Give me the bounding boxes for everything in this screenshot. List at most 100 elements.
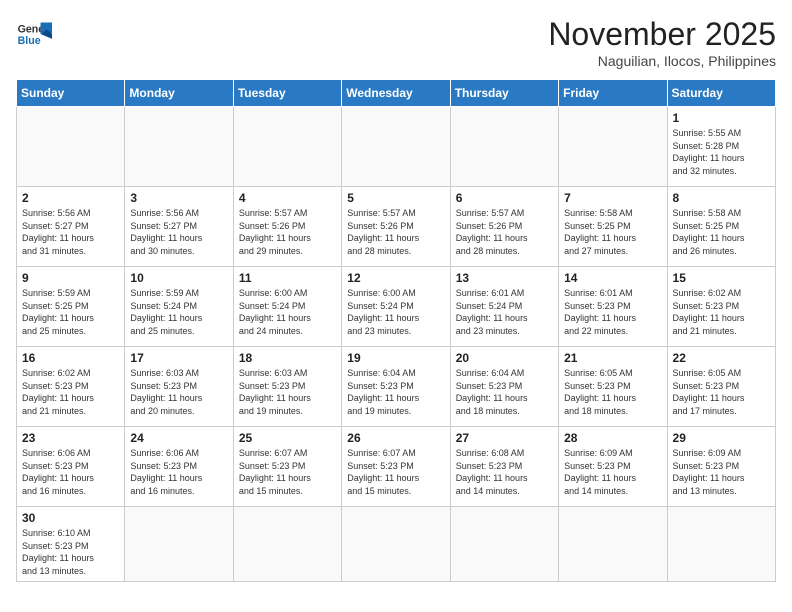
calendar-cell: 6Sunrise: 5:57 AM Sunset: 5:26 PM Daylig…	[450, 187, 558, 267]
day-number: 7	[564, 191, 661, 205]
calendar-cell: 11 Sunrise: 6:00 AM Sunset: 5:24 PM Dayli…	[233, 267, 341, 347]
day-number: 16	[22, 351, 119, 365]
day-number: 17	[130, 351, 227, 365]
calendar-title: November 2025	[548, 16, 776, 53]
day-number: 21	[564, 351, 661, 365]
day-number: 28	[564, 431, 661, 445]
weekday-header-row: SundayMondayTuesdayWednesdayThursdayFrid…	[17, 80, 776, 107]
calendar-cell: 27 Sunrise: 6:08 AM Sunset: 5:23 PM Dayli…	[450, 427, 558, 507]
day-number: 18	[239, 351, 336, 365]
day-info: Sunrise: 6:07 AM Sunset: 5:23 PM Dayligh…	[347, 447, 444, 497]
calendar-cell: 25Sunrise: 6:07 AM Sunset: 5:23 PM Dayli…	[233, 427, 341, 507]
calendar-cell	[233, 107, 341, 187]
calendar-week-row: 9Sunrise: 5:59 AM Sunset: 5:25 PM Daylig…	[17, 267, 776, 347]
calendar-week-row: 30 Sunrise: 6:10 AM Sunset: 5:23 PM Dayli…	[17, 507, 776, 582]
day-number: 11	[239, 271, 336, 285]
day-number: 8	[673, 191, 770, 205]
calendar-cell	[342, 107, 450, 187]
calendar-cell	[450, 107, 558, 187]
calendar-cell: 16 Sunrise: 6:02 AM Sunset: 5:23 PM Dayli…	[17, 347, 125, 427]
svg-text:Blue: Blue	[18, 35, 41, 47]
weekday-header-saturday: Saturday	[667, 80, 775, 107]
day-info: Sunrise: 5:58 AM Sunset: 5:25 PM Dayligh…	[564, 207, 661, 257]
day-info: Sunrise: 6:08 AM Sunset: 5:23 PM Dayligh…	[456, 447, 553, 497]
calendar-week-row: 2 Sunrise: 5:56 AM Sunset: 5:27 PM Daylig…	[17, 187, 776, 267]
day-number: 15	[673, 271, 770, 285]
day-info: Sunrise: 5:57 AM Sunset: 5:26 PM Dayligh…	[347, 207, 444, 257]
calendar-cell: 17Sunrise: 6:03 AM Sunset: 5:23 PM Dayli…	[125, 347, 233, 427]
calendar-cell: 19Sunrise: 6:04 AM Sunset: 5:23 PM Dayli…	[342, 347, 450, 427]
day-info: Sunrise: 6:07 AM Sunset: 5:23 PM Dayligh…	[239, 447, 336, 497]
day-info: Sunrise: 6:00 AM Sunset: 5:24 PM Dayligh…	[239, 287, 336, 337]
calendar-cell: 22 Sunrise: 6:05 AM Sunset: 5:23 PM Dayli…	[667, 347, 775, 427]
day-number: 6	[456, 191, 553, 205]
calendar-cell	[125, 507, 233, 582]
calendar-cell: 2 Sunrise: 5:56 AM Sunset: 5:27 PM Daylig…	[17, 187, 125, 267]
calendar-cell: 20Sunrise: 6:04 AM Sunset: 5:23 PM Dayli…	[450, 347, 558, 427]
day-number: 13	[456, 271, 553, 285]
day-number: 2	[22, 191, 119, 205]
calendar-cell	[233, 507, 341, 582]
calendar-cell	[17, 107, 125, 187]
day-info: Sunrise: 5:55 AM Sunset: 5:28 PM Dayligh…	[673, 127, 770, 177]
weekday-header-tuesday: Tuesday	[233, 80, 341, 107]
day-number: 1	[673, 111, 770, 125]
day-info: Sunrise: 5:56 AM Sunset: 5:27 PM Dayligh…	[22, 207, 119, 257]
calendar-cell: 26Sunrise: 6:07 AM Sunset: 5:23 PM Dayli…	[342, 427, 450, 507]
calendar-week-row: 23Sunrise: 6:06 AM Sunset: 5:23 PM Dayli…	[17, 427, 776, 507]
day-number: 9	[22, 271, 119, 285]
calendar-table: SundayMondayTuesdayWednesdayThursdayFrid…	[16, 79, 776, 582]
day-info: Sunrise: 6:00 AM Sunset: 5:24 PM Dayligh…	[347, 287, 444, 337]
calendar-cell	[342, 507, 450, 582]
day-info: Sunrise: 6:06 AM Sunset: 5:23 PM Dayligh…	[130, 447, 227, 497]
title-block: November 2025 Naguilian, Ilocos, Philipp…	[548, 16, 776, 69]
day-info: Sunrise: 6:01 AM Sunset: 5:24 PM Dayligh…	[456, 287, 553, 337]
calendar-cell: 18Sunrise: 6:03 AM Sunset: 5:23 PM Dayli…	[233, 347, 341, 427]
calendar-cell: 12 Sunrise: 6:00 AM Sunset: 5:24 PM Dayli…	[342, 267, 450, 347]
calendar-cell: 9Sunrise: 5:59 AM Sunset: 5:25 PM Daylig…	[17, 267, 125, 347]
calendar-week-row: 1 Sunrise: 5:55 AM Sunset: 5:28 PM Daylig…	[17, 107, 776, 187]
day-number: 30	[22, 511, 119, 525]
calendar-cell	[559, 107, 667, 187]
calendar-cell: 8 Sunrise: 5:58 AM Sunset: 5:25 PM Daylig…	[667, 187, 775, 267]
day-number: 20	[456, 351, 553, 365]
calendar-cell: 10 Sunrise: 5:59 AM Sunset: 5:24 PM Dayli…	[125, 267, 233, 347]
calendar-subtitle: Naguilian, Ilocos, Philippines	[548, 53, 776, 69]
calendar-cell	[667, 507, 775, 582]
day-info: Sunrise: 5:58 AM Sunset: 5:25 PM Dayligh…	[673, 207, 770, 257]
day-info: Sunrise: 6:05 AM Sunset: 5:23 PM Dayligh…	[564, 367, 661, 417]
day-number: 22	[673, 351, 770, 365]
day-number: 27	[456, 431, 553, 445]
calendar-cell	[559, 507, 667, 582]
day-number: 4	[239, 191, 336, 205]
calendar-cell: 14 Sunrise: 6:01 AM Sunset: 5:23 PM Dayli…	[559, 267, 667, 347]
calendar-cell: 21 Sunrise: 6:05 AM Sunset: 5:23 PM Dayli…	[559, 347, 667, 427]
calendar-cell	[450, 507, 558, 582]
calendar-cell: 3Sunrise: 5:56 AM Sunset: 5:27 PM Daylig…	[125, 187, 233, 267]
calendar-cell: 24Sunrise: 6:06 AM Sunset: 5:23 PM Dayli…	[125, 427, 233, 507]
weekday-header-wednesday: Wednesday	[342, 80, 450, 107]
day-number: 5	[347, 191, 444, 205]
day-info: Sunrise: 6:06 AM Sunset: 5:23 PM Dayligh…	[22, 447, 119, 497]
weekday-header-sunday: Sunday	[17, 80, 125, 107]
day-number: 10	[130, 271, 227, 285]
day-info: Sunrise: 6:01 AM Sunset: 5:23 PM Dayligh…	[564, 287, 661, 337]
logo-icon: General Blue	[16, 16, 52, 52]
calendar-cell: 7 Sunrise: 5:58 AM Sunset: 5:25 PM Daylig…	[559, 187, 667, 267]
calendar-cell: 23Sunrise: 6:06 AM Sunset: 5:23 PM Dayli…	[17, 427, 125, 507]
weekday-header-monday: Monday	[125, 80, 233, 107]
header: General Blue November 2025 Naguilian, Il…	[16, 16, 776, 69]
calendar-cell: 29Sunrise: 6:09 AM Sunset: 5:23 PM Dayli…	[667, 427, 775, 507]
day-info: Sunrise: 5:57 AM Sunset: 5:26 PM Dayligh…	[239, 207, 336, 257]
weekday-header-friday: Friday	[559, 80, 667, 107]
day-info: Sunrise: 6:10 AM Sunset: 5:23 PM Dayligh…	[22, 527, 119, 577]
day-number: 12	[347, 271, 444, 285]
day-info: Sunrise: 6:02 AM Sunset: 5:23 PM Dayligh…	[22, 367, 119, 417]
day-info: Sunrise: 5:59 AM Sunset: 5:24 PM Dayligh…	[130, 287, 227, 337]
calendar-cell: 4 Sunrise: 5:57 AM Sunset: 5:26 PM Daylig…	[233, 187, 341, 267]
weekday-header-thursday: Thursday	[450, 80, 558, 107]
day-number: 14	[564, 271, 661, 285]
calendar-cell: 13 Sunrise: 6:01 AM Sunset: 5:24 PM Dayli…	[450, 267, 558, 347]
calendar-week-row: 16 Sunrise: 6:02 AM Sunset: 5:23 PM Dayli…	[17, 347, 776, 427]
day-info: Sunrise: 6:05 AM Sunset: 5:23 PM Dayligh…	[673, 367, 770, 417]
